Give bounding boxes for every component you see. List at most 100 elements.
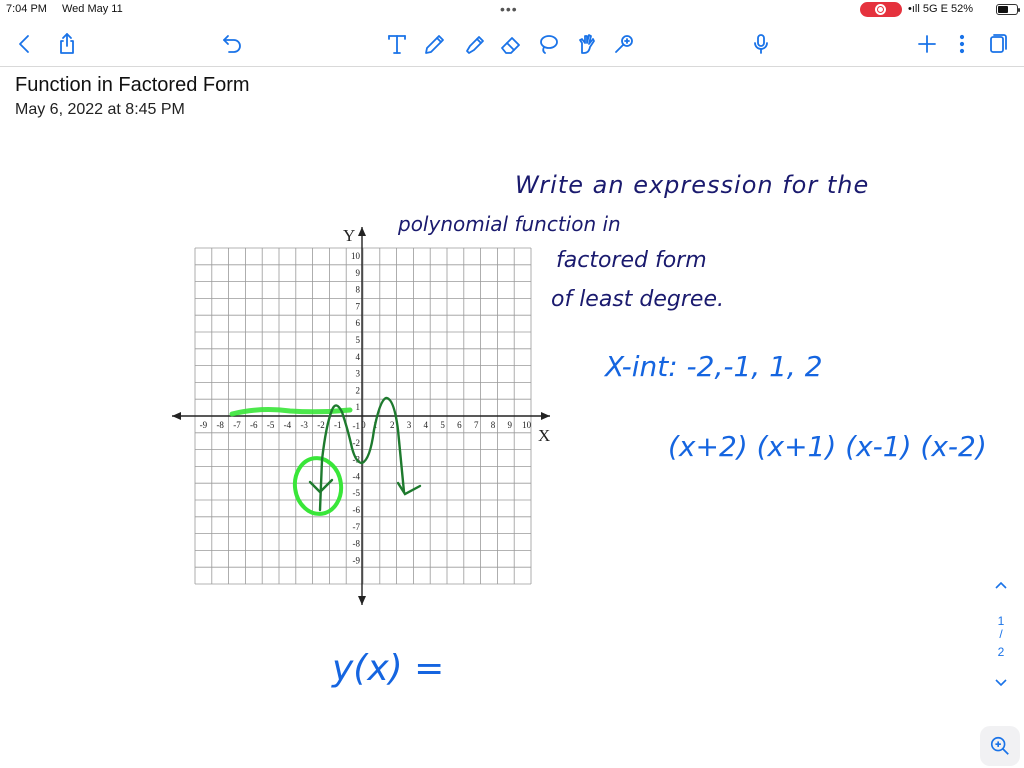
laser-pointer-button[interactable] (609, 24, 639, 64)
next-page-button[interactable] (991, 674, 1011, 694)
tick-label: 6 (457, 420, 462, 430)
highlighter-icon (466, 36, 484, 54)
tick-label: 10 (522, 420, 532, 430)
page-separator: / (999, 627, 1003, 641)
lasso-tool-button[interactable] (533, 24, 563, 64)
tick-label: -8 (216, 420, 224, 430)
zoom-in-icon (990, 736, 1009, 755)
highlighter-tool-button[interactable] (459, 24, 489, 64)
pages-icon (990, 34, 1007, 53)
tick-label: -9 (200, 420, 208, 430)
network-type: 5G E (922, 3, 948, 15)
factored-form-note: (x+2) (x+1) (x-1) (x-2) (668, 430, 987, 463)
total-pages: 2 (997, 645, 1005, 659)
add-icon (918, 35, 936, 53)
tick-label: -2 (317, 420, 325, 430)
status-bar: 7:04 PM Wed May 11 ••• •ıll 5G E 52% (0, 0, 1024, 20)
tick-label: 5 (356, 335, 361, 345)
signal-status: •ıll 5G E 52% (908, 3, 974, 15)
x-intercepts-note: X-int: -2,-1, 1, 2 (603, 350, 823, 383)
tick-label: -3 (300, 420, 308, 430)
lasso-icon (540, 35, 558, 54)
status-time: 7:04 PM (6, 3, 47, 15)
prompt-line-4: of least degree. (551, 287, 724, 312)
tick-label: 9 (356, 268, 361, 278)
more-button[interactable] (947, 24, 977, 64)
tick-label: 3 (407, 420, 412, 430)
tick-label: -6 (353, 505, 361, 515)
microphone-button[interactable] (746, 24, 776, 64)
shapes-tool-button[interactable] (572, 24, 602, 64)
y-axis-label: Y (343, 226, 355, 245)
tick-label: 3 (356, 369, 361, 379)
toolbar-divider (0, 66, 1024, 67)
pages-button[interactable] (982, 24, 1012, 64)
page-navigator: 1 / 2 (986, 578, 1016, 698)
x-axis-label: X (538, 426, 550, 445)
battery-icon (996, 4, 1020, 15)
zoom-button[interactable] (980, 726, 1020, 766)
microphone-icon (754, 34, 768, 54)
eraser-icon (501, 37, 520, 54)
tick-label: -5 (267, 420, 275, 430)
tick-label: 1 (356, 402, 361, 412)
tick-label: 4 (356, 352, 361, 362)
prompt-line-2: polynomial function in (397, 212, 621, 236)
undo-icon (223, 35, 241, 53)
more-icon (959, 34, 965, 54)
back-chevron-icon (19, 35, 29, 53)
battery-percent: 52% (951, 3, 974, 15)
back-button[interactable] (10, 24, 40, 64)
multitasking-dots-icon[interactable]: ••• (500, 1, 518, 17)
pen-tool-icon (425, 35, 444, 54)
tick-label: 9 (508, 420, 513, 430)
status-date: Wed May 11 (62, 3, 123, 15)
signal-bars-icon: ıll (911, 3, 920, 15)
text-tool-button[interactable] (382, 24, 412, 64)
tick-label: 5 (440, 420, 445, 430)
tick-label: 2 (356, 385, 361, 395)
tick-label: -1 (334, 420, 342, 430)
pen-tool-button[interactable] (420, 24, 450, 64)
eraser-tool-button[interactable] (496, 24, 526, 64)
tick-label: 7 (356, 301, 361, 311)
add-button[interactable] (912, 24, 942, 64)
prompt-line-3: factored form (556, 248, 707, 273)
current-page: 1 (997, 614, 1005, 628)
share-icon (60, 33, 74, 54)
tick-label: -2 (353, 438, 361, 448)
tick-label: 4 (424, 420, 429, 430)
laser-pointer-icon (615, 35, 633, 53)
curve-right-arrowhead (396, 481, 422, 496)
tick-label: -7 (353, 522, 361, 532)
previous-page-button[interactable] (991, 578, 1011, 598)
tick-label: -4 (353, 471, 361, 481)
screen-recording-icon[interactable] (860, 2, 902, 17)
note-title[interactable]: Function in Factored Form (15, 74, 250, 97)
y-axis-arrow-bottom (358, 596, 366, 605)
prompt-line-1: Write an expression for the (515, 171, 869, 199)
x-axis-arrow-left (172, 412, 181, 420)
handwriting-canvas[interactable]: Write an expression for the polynomial f… (0, 130, 1024, 768)
shapes-icon (579, 34, 595, 54)
undo-button[interactable] (217, 24, 247, 64)
note-canvas[interactable]: Write an expression for the polynomial f… (0, 130, 1024, 768)
chevron-down-icon (995, 679, 1007, 687)
chevron-up-icon (995, 581, 1007, 589)
share-button[interactable] (52, 24, 82, 64)
tick-label: 7 (474, 420, 479, 430)
text-tool-icon (388, 35, 406, 54)
tick-label: 10 (351, 251, 361, 261)
tick-label: 8 (356, 285, 361, 295)
x-axis-arrow-right (541, 412, 550, 420)
tick-label: -9 (353, 555, 361, 565)
toolbar (0, 24, 1024, 64)
answer-prompt: y(x) = (331, 648, 444, 689)
tick-label: -1 (353, 421, 361, 431)
tick-label: -7 (233, 420, 241, 430)
tick-label: 6 (356, 318, 361, 328)
y-axis-arrow-top (358, 227, 366, 236)
tick-label: -4 (284, 420, 292, 430)
tick-label: -6 (250, 420, 258, 430)
tick-label: 8 (491, 420, 496, 430)
